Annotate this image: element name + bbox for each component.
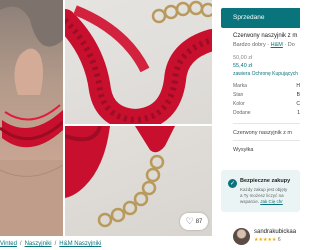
item-description: Czerwony naszyjnik z m — [233, 130, 292, 136]
attribute-label: Marka — [233, 83, 247, 89]
safe-purchase-line3-prefix: wsparcie. — [240, 199, 260, 204]
necklace-worn-photo[interactable] — [0, 0, 63, 236]
attribute-value: 1 — [297, 110, 300, 116]
attribute-label: Kolor — [233, 101, 245, 107]
attribute-label: Stan — [233, 92, 244, 98]
buyer-protection-link[interactable]: zawiera Ochronę Kupujących — [233, 71, 298, 77]
avatar[interactable] — [233, 228, 250, 245]
attribute-row-color: Kolor C — [233, 101, 300, 110]
attribute-value: H — [296, 83, 300, 89]
breadcrumb: Vinted / Naszyjniki / H&M Naszyjniki — [0, 238, 101, 250]
attribute-label: Dodane — [233, 110, 251, 116]
photo-gallery: ♡ 87 — [0, 0, 212, 236]
review-count: 6 — [277, 237, 281, 243]
divider — [233, 140, 300, 141]
safe-purchase-text: Każdy zakup jest objęty a Ty możesz licz… — [240, 187, 287, 205]
star-rating-icon: ★★★★★ — [254, 237, 277, 243]
shipping-label: Wysyłka — [233, 147, 254, 153]
item-title: Czerwony naszyjnik z m — [233, 33, 298, 39]
attribute-row-condition: Stan B — [233, 92, 300, 101]
attributes-table: Marka H Stan B Kolor C Dodane 1 — [233, 83, 300, 119]
item-meta: Bardzo dobry · H&M · Do — [233, 42, 295, 48]
item-condition: Bardzo dobry — [233, 42, 266, 48]
safe-purchase-box: ✓ Bezpieczne zakupy Każdy zakup jest obj… — [221, 170, 300, 212]
breadcrumb-separator: / — [19, 241, 22, 247]
attribute-value: C — [296, 101, 300, 107]
breadcrumb-home[interactable]: Vinted — [0, 241, 17, 247]
divider — [233, 123, 300, 124]
item-price: 50,00 zł — [233, 55, 253, 61]
breadcrumb-separator: / — [54, 241, 57, 247]
safe-purchase-line: wsparcie. Jak Cię chr — [240, 199, 287, 205]
attribute-row-brand: Marka H — [233, 83, 300, 92]
attribute-value: B — [296, 92, 300, 98]
total-price: 55,40 zł — [233, 63, 253, 69]
seller-name[interactable]: sandrakubickaa — [254, 229, 296, 235]
seller-card[interactable]: sandrakubickaa ★★★★★ 6 — [221, 222, 300, 250]
meta-tail: · Do — [284, 42, 295, 48]
seller-rating: ★★★★★ 6 — [254, 237, 281, 243]
meta-separator: · — [267, 42, 270, 48]
attribute-row-added: Dodane 1 — [233, 110, 300, 119]
sold-status-banner: Sprzedane — [221, 8, 300, 28]
brand-link[interactable]: H&M — [271, 42, 283, 48]
necklace-on-table-photo[interactable] — [65, 0, 212, 124]
how-protected-link[interactable]: Jak Cię chr — [260, 199, 283, 204]
shield-check-icon: ✓ — [228, 179, 237, 188]
breadcrumb-hm-necklaces[interactable]: H&M Naszyjniki — [59, 241, 101, 247]
favourite-button[interactable]: ♡ 87 — [180, 213, 208, 230]
favourite-count: 87 — [195, 218, 203, 225]
heart-icon: ♡ — [185, 216, 194, 226]
safe-purchase-title: Bezpieczne zakupy — [240, 178, 291, 184]
breadcrumb-necklaces[interactable]: Naszyjniki — [25, 241, 52, 247]
